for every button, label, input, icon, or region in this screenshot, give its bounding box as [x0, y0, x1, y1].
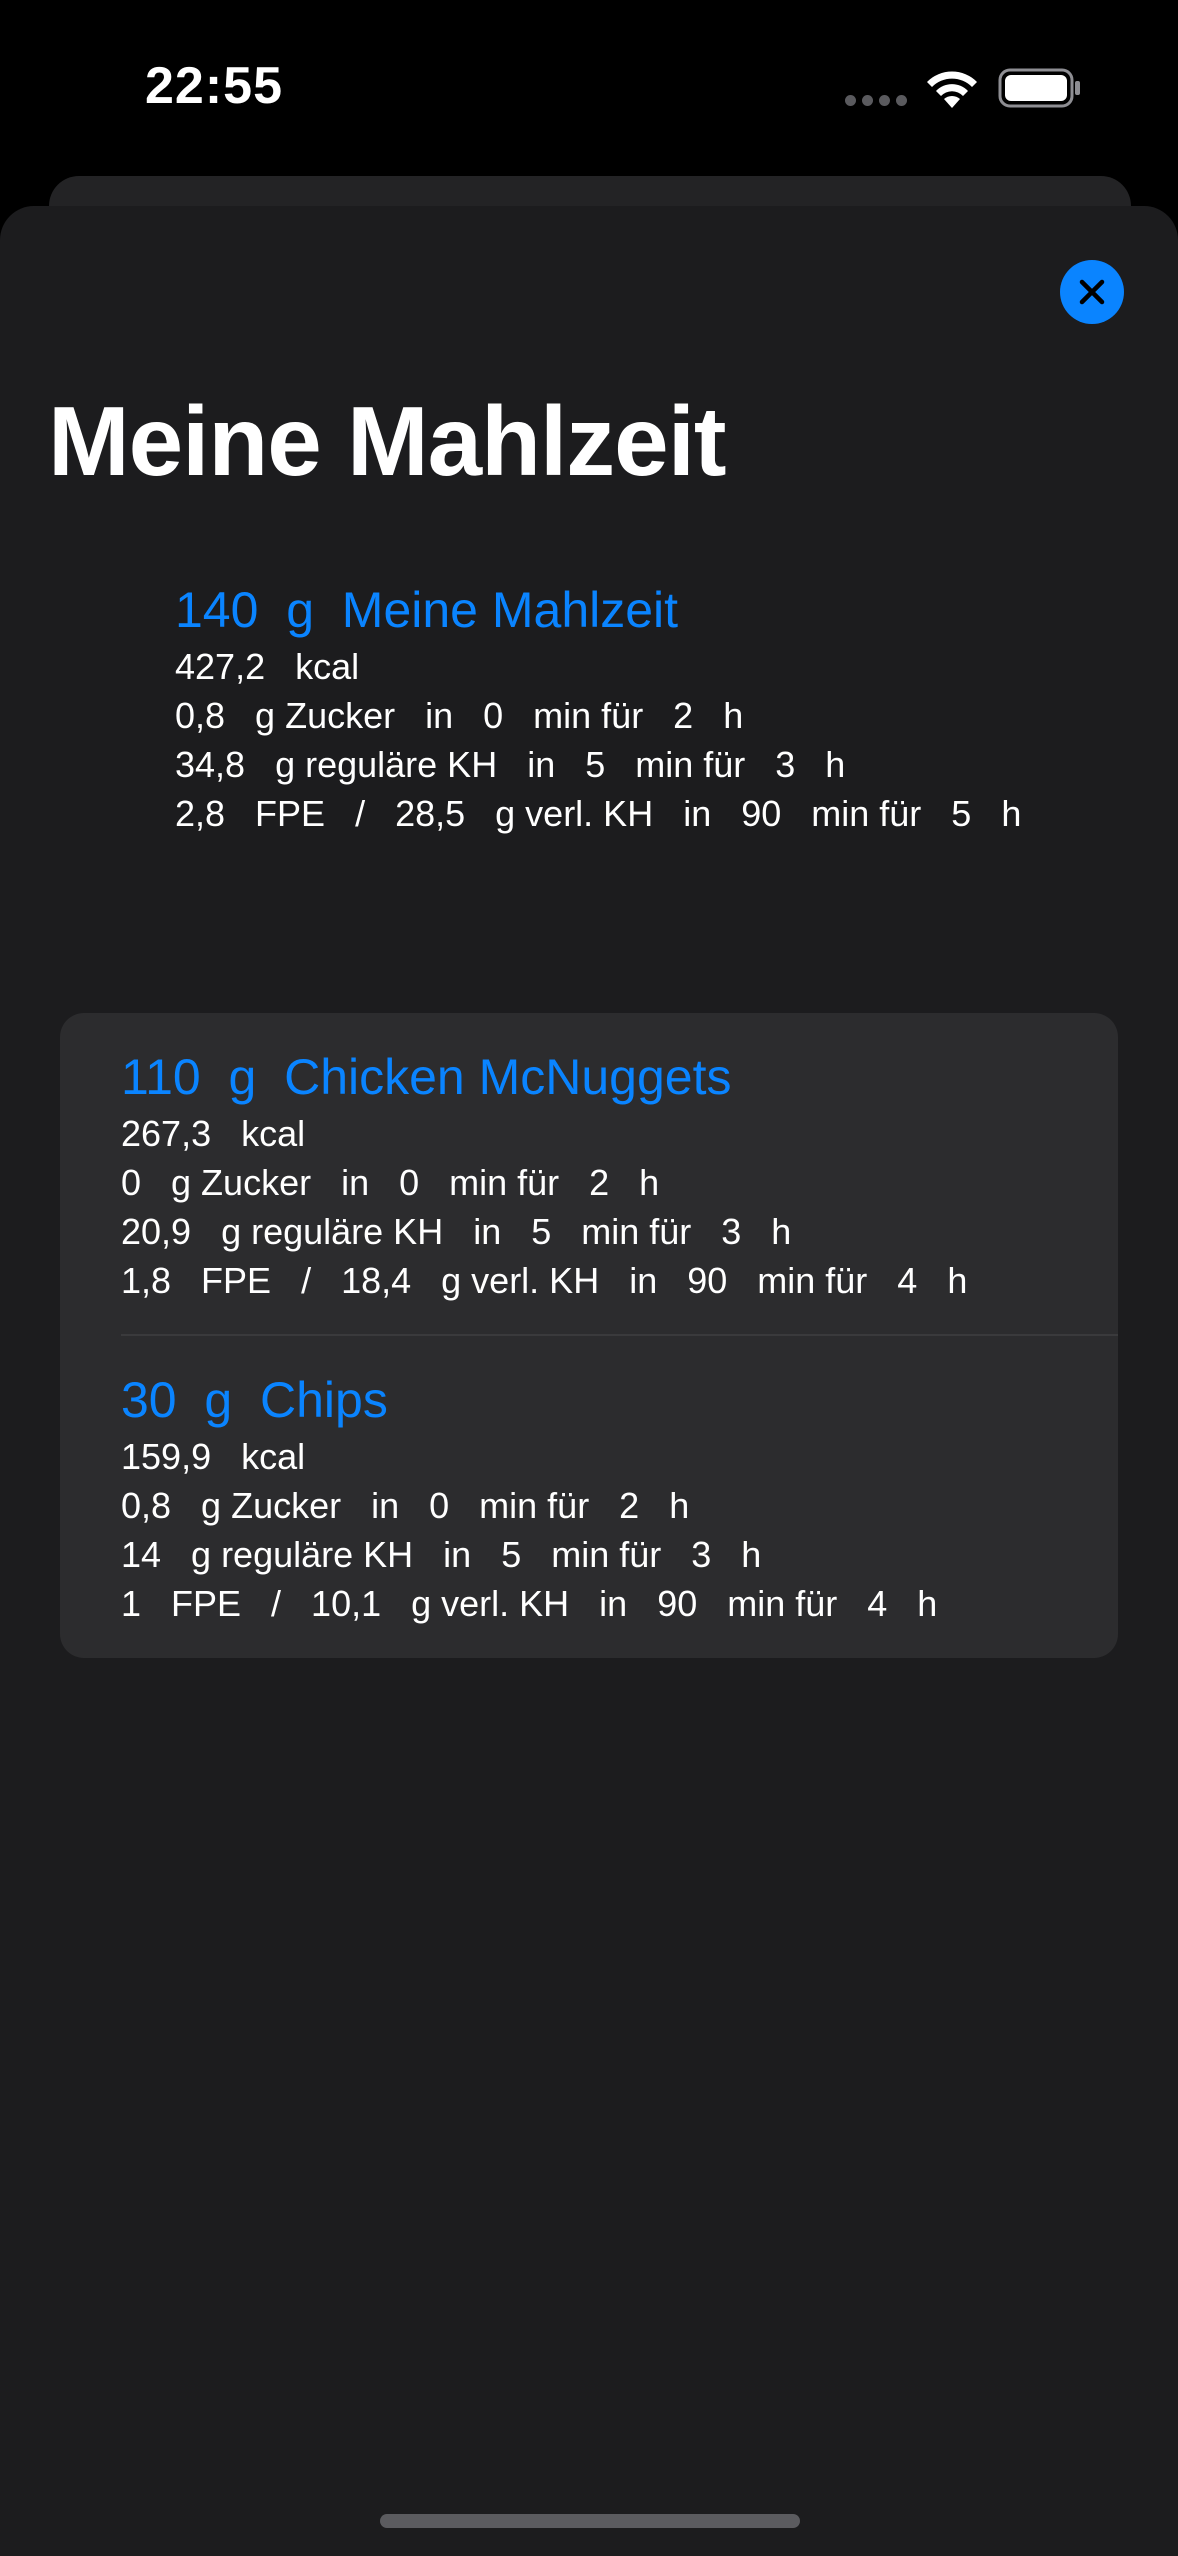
- item-extended-carbs: 1 FPE / 10,1 g verl. KH in 90 min für 4 …: [121, 1583, 938, 1624]
- item-kcal: 159,9 kcal: [121, 1436, 306, 1477]
- item-title: 30 g Chips: [121, 1372, 388, 1428]
- summary-kcal: 427,2 kcal: [175, 646, 360, 687]
- wifi-icon: [927, 71, 977, 108]
- page-title: Meine Mahlzeit: [48, 386, 727, 496]
- close-button[interactable]: [1060, 260, 1124, 324]
- food-item-list: 110 g Chicken McNuggets 267,3 kcal 0 g Z…: [60, 1013, 1118, 1658]
- item-sugar: 0,8 g Zucker in 0 min für 2 h: [121, 1485, 690, 1526]
- item-regular-carbs: 20,9 g reguläre KH in 5 min für 3 h: [121, 1211, 792, 1252]
- battery-icon: [998, 68, 1080, 108]
- item-kcal: 267,3 kcal: [121, 1113, 306, 1154]
- status-time: 22:55: [145, 57, 283, 115]
- item-extended-carbs: 1,8 FPE / 18,4 g verl. KH in 90 min für …: [121, 1260, 968, 1301]
- list-item[interactable]: 30 g Chips 159,9 kcal 0,8 g Zucker in 0 …: [121, 1368, 1118, 1628]
- summary-title: 140 g Meine Mahlzeit: [175, 582, 679, 638]
- summary-sugar: 0,8 g Zucker in 0 min für 2 h: [175, 695, 744, 736]
- summary-regular-carbs: 34,8 g reguläre KH in 5 min für 3 h: [175, 744, 846, 785]
- divider: [121, 1334, 1118, 1336]
- meal-summary: 140 g Meine Mahlzeit 427,2 kcal 0,8 g Zu…: [175, 578, 1021, 838]
- home-indicator[interactable]: [380, 2514, 800, 2528]
- close-x-icon: [1079, 279, 1105, 305]
- item-title: 110 g Chicken McNuggets: [121, 1049, 732, 1105]
- summary-extended-carbs: 2,8 FPE / 28,5 g verl. KH in 90 min für …: [175, 793, 1022, 834]
- screen: 22:55 Meine Mahlzeit 140 g Meine Mahlzei…: [0, 0, 1178, 2556]
- item-sugar: 0 g Zucker in 0 min für 2 h: [121, 1162, 660, 1203]
- list-item[interactable]: 110 g Chicken McNuggets 267,3 kcal 0 g Z…: [121, 1045, 1118, 1305]
- cellular-signal-dots-icon: [845, 95, 907, 106]
- item-regular-carbs: 14 g reguläre KH in 5 min für 3 h: [121, 1534, 762, 1575]
